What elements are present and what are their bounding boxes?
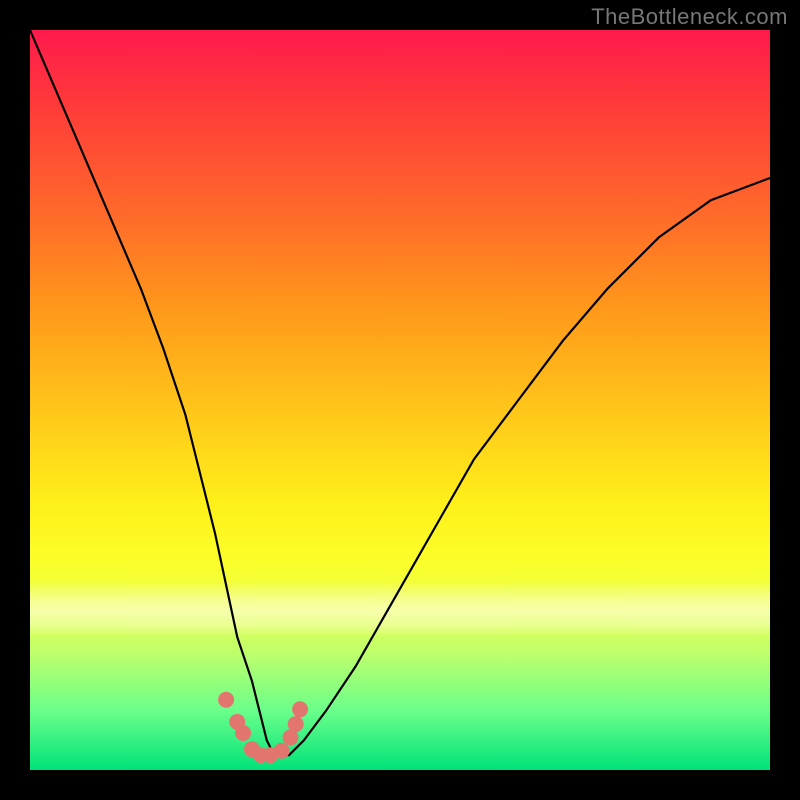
watermark-text: TheBottleneck.com: [591, 4, 788, 30]
outer-frame: TheBottleneck.com: [0, 0, 800, 800]
data-dot: [292, 701, 308, 717]
chart-svg: [30, 30, 770, 770]
data-dot: [218, 692, 234, 708]
data-dot: [235, 725, 251, 741]
plot-area: [30, 30, 770, 770]
data-dot: [288, 716, 304, 732]
data-dot: [274, 743, 290, 759]
bottleneck-curve: [30, 30, 770, 755]
